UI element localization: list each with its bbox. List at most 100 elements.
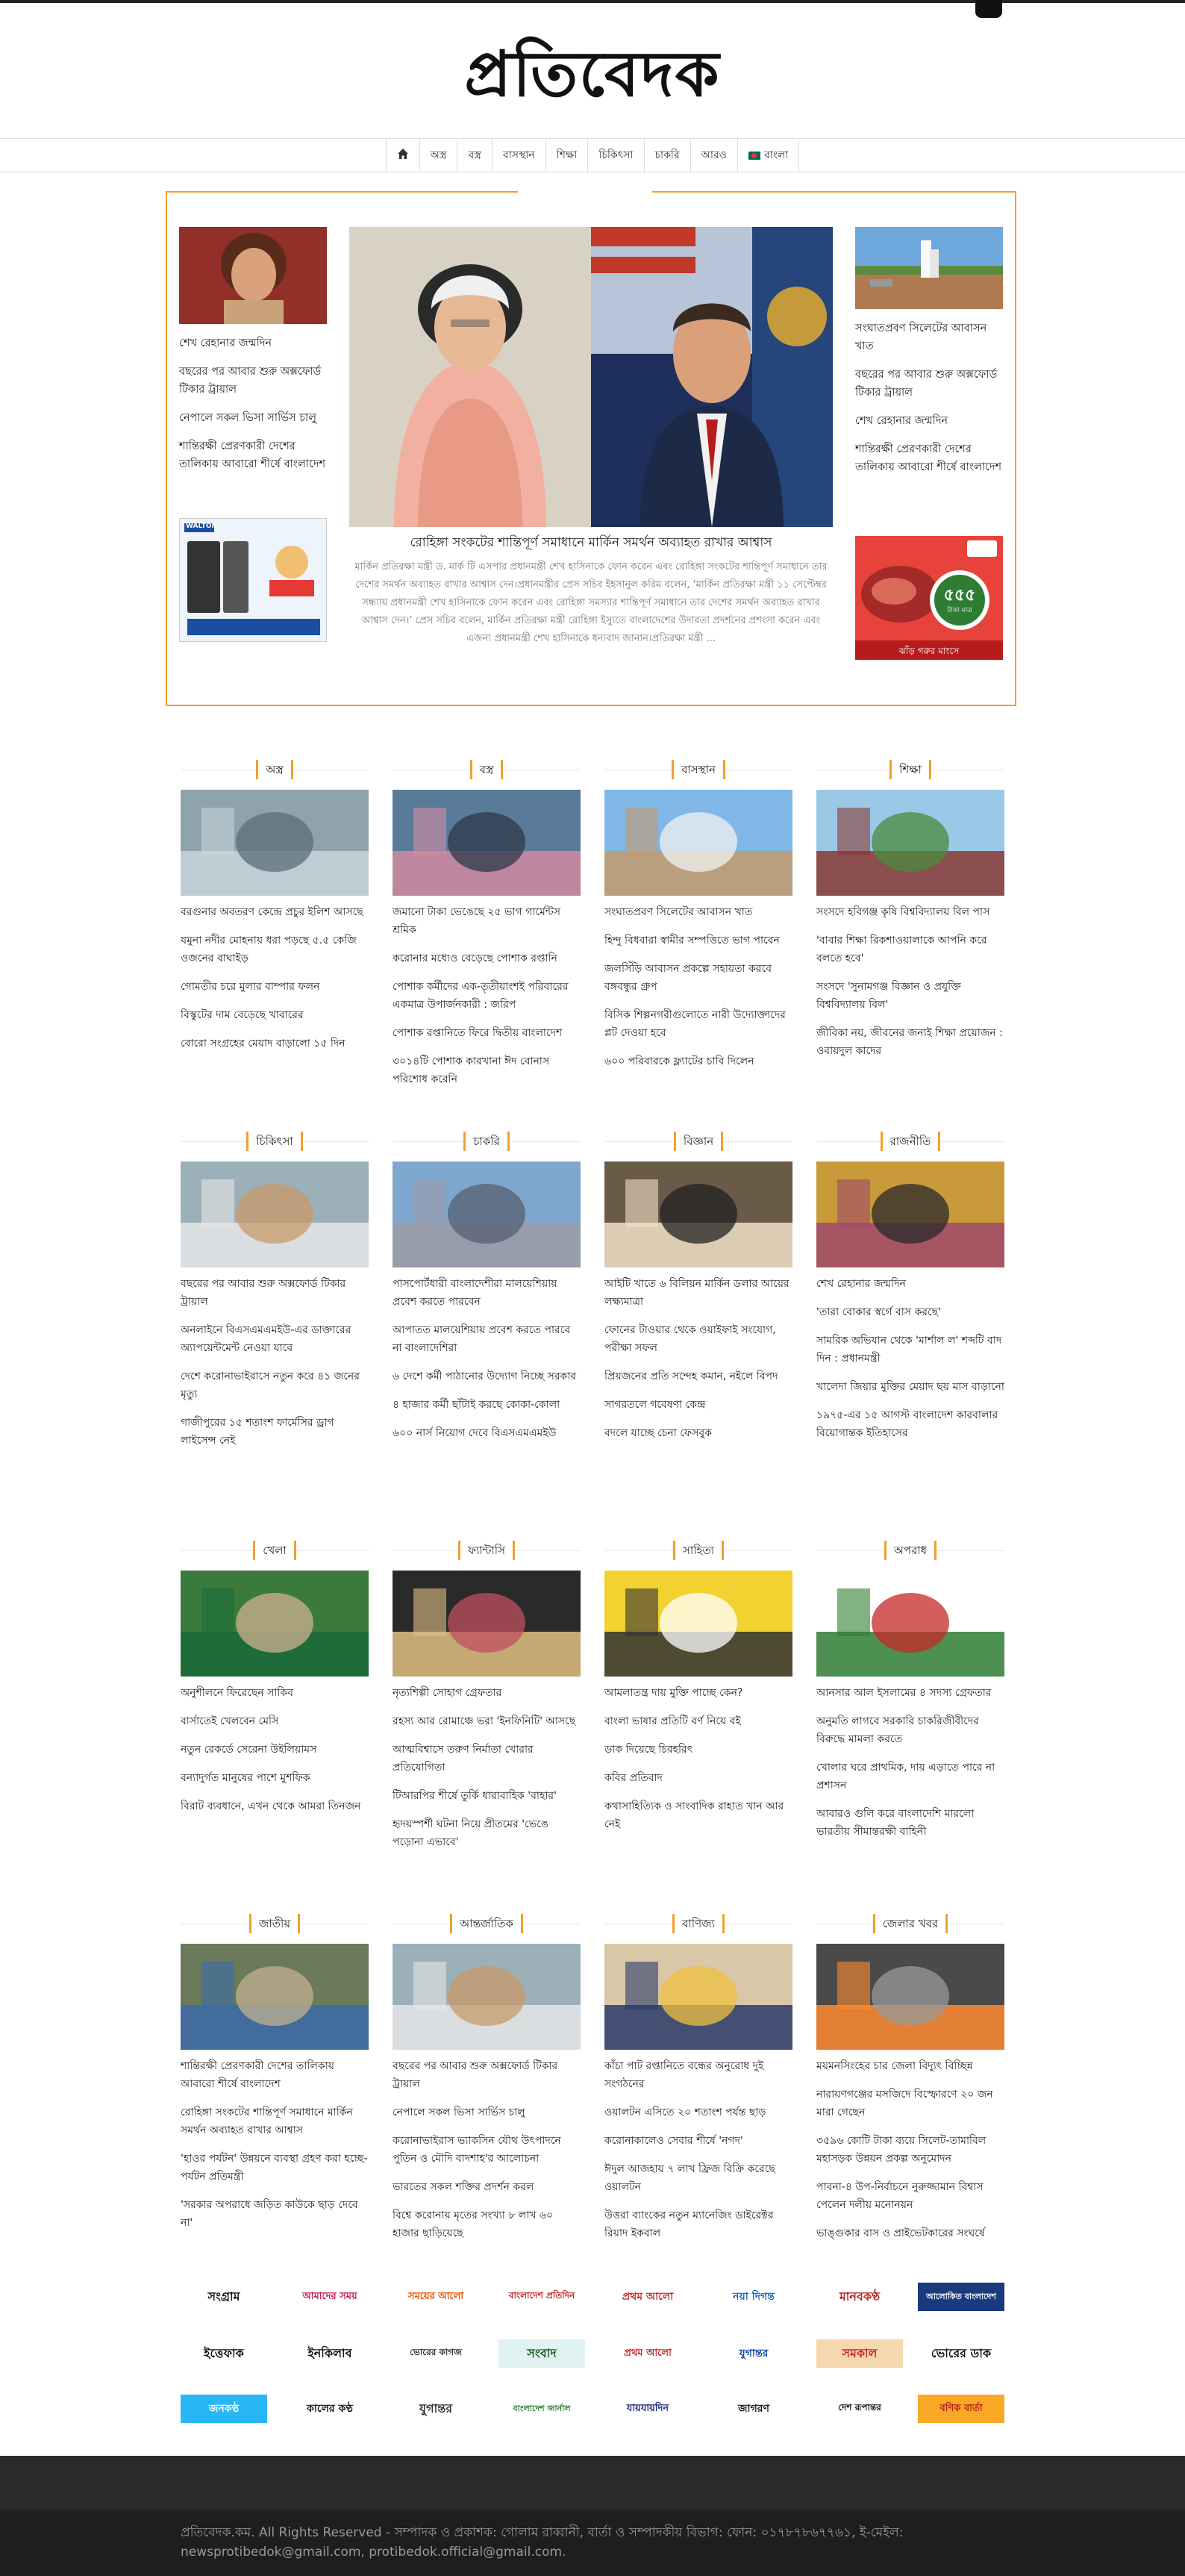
newspaper-logo[interactable]: যুগান্তর [710, 2339, 797, 2368]
category-headline-link[interactable]: আত্মবিশ্বাসে তরুণ নির্মাতা খোরার প্রতিযো… [393, 1741, 581, 1777]
lead-story-image[interactable] [349, 227, 833, 527]
category-headline-link[interactable]: ১৯৭৫-এর ১৫ আগস্ট বাংলাদেশ কারবালার বিয়ো… [816, 1406, 1004, 1442]
category-headline-link[interactable]: ৩০১৪টি পোশাক কারখানা ঈদ বোনাস পরিশোধ করে… [393, 1052, 581, 1088]
category-thumbnail[interactable] [393, 1161, 581, 1267]
newspaper-logo[interactable]: জাগরণ [710, 2395, 797, 2423]
category-headline-link[interactable]: বার্সাতেই খেলবেন মেসি [181, 1712, 369, 1730]
category-headline-link[interactable]: বিরাট ব্যবধানে, এখন থেকে আমরা তিনজন [181, 1797, 369, 1815]
newspaper-logo[interactable]: যুগান্তর [393, 2395, 479, 2423]
category-headline-link[interactable]: কথাসাহিত্যিক ও সাংবাদিক রাহাত খান আর নেই [604, 1797, 792, 1833]
nav-item-more[interactable]: আরও [690, 139, 737, 172]
category-headline-link[interactable]: ৬০০ পরিবারকে ফ্ল্যাটের চাবি দিলেন [604, 1052, 792, 1070]
newspaper-logo[interactable]: প্রথম আলো [604, 2283, 691, 2311]
category-thumbnail[interactable] [604, 1571, 792, 1677]
category-headline-link[interactable]: রহস্য আর রোমাঞ্চে ভরা 'ইনফিনিটি' আসছে [393, 1712, 581, 1730]
category-thumbnail[interactable] [816, 790, 1004, 896]
category-headline-link[interactable]: আপাতত মালয়েশিয়ায় প্রবেশ করতে পারবে না… [393, 1321, 581, 1357]
nav-item-jobs[interactable]: চাকরি [643, 139, 690, 172]
category-top-headline[interactable]: জমানো টাকা ভেঙেছে ২৫ ভাগ গার্মেন্টস শ্রম… [393, 903, 581, 939]
category-headline-link[interactable]: জীবিকা নয়, জীবনের জন্যই শিক্ষা প্রয়োজন… [816, 1024, 1004, 1060]
nav-item-housing[interactable]: বাসস্থান [491, 139, 545, 172]
category-headline-link[interactable]: ফোনের টাওয়ার থেকে ওয়াইফাই সংযোগ, পরীক্… [604, 1321, 792, 1357]
category-top-headline[interactable]: অনুশীলনে ফিরেছেন সাকিব [181, 1684, 369, 1702]
category-headline-link[interactable]: যমুনা নদীর মোহনায় ধরা পড়ছে ৫.৫ কেজি ওজ… [181, 932, 369, 967]
category-label[interactable]: শিক্ষা [889, 760, 931, 779]
newspaper-logo[interactable]: সমকাল [816, 2339, 903, 2368]
category-thumbnail[interactable] [816, 1161, 1004, 1267]
category-label[interactable]: আন্তর্জাতিক [450, 1914, 523, 1933]
featured-left-top-title[interactable]: শেখ রেহানার জন্মদিন [179, 334, 327, 352]
category-headline-link[interactable]: প্রিয়জনের প্রতি সন্দেহ কমান, নইলে বিপদ [604, 1367, 792, 1385]
featured-right-link[interactable]: শান্তিরক্ষী প্রেরণকারী দেশের তালিকায় আব… [855, 440, 1003, 476]
newspaper-logo[interactable]: দেশ রূপান্তর [816, 2395, 903, 2423]
nav-item-clothing[interactable]: বস্ত্র [457, 139, 491, 172]
featured-right-top-title[interactable]: সংঘাতপ্রবণ সিলেটের আবাসন খাত [855, 319, 1003, 355]
featured-right-link[interactable]: শেখ রেহানার জন্মদিন [855, 412, 1003, 430]
nav-item-weapons[interactable]: অস্ত্র [419, 139, 457, 172]
category-top-headline[interactable]: নৃত্যশিল্পী সোহাগ গ্রেফতার [393, 1684, 581, 1702]
category-label[interactable]: জাতীয় [248, 1914, 301, 1933]
category-top-headline[interactable]: সংসদে হবিগঞ্জ কৃষি বিশ্ববিদ্যালয় বিল পা… [816, 903, 1004, 921]
category-label[interactable]: অস্ত্র [256, 760, 293, 779]
newspaper-logo[interactable]: সময়ের আলো [393, 2283, 479, 2311]
category-headline-link[interactable]: পোশাক রপ্তানিতে ফিরে দ্বিতীয় বাংলাদেশ [393, 1024, 581, 1042]
category-headline-link[interactable]: আবারও গুলি করে বাংলাদেশি মারলো ভারতীয় স… [816, 1805, 1004, 1841]
newspaper-logo[interactable]: কালের কণ্ঠ [287, 2395, 373, 2423]
newspaper-logo[interactable]: সংগ্রাম [181, 2283, 267, 2311]
category-headline-link[interactable]: অনলাইনে বিএসএমএমইউ-এর ডাক্তারের অ্যাপয়ে… [181, 1321, 369, 1357]
category-headline-link[interactable]: ভাঙ্গুকার বাস ও প্রাইভেটকারের সংঘর্ষে [816, 2224, 1004, 2242]
category-headline-link[interactable]: বিসিক শিল্পনগরীগুলোতে নারী উদ্যোক্তাদের … [604, 1006, 792, 1042]
newspaper-logo[interactable]: বণিক বার্তা [918, 2395, 1004, 2423]
category-headline-link[interactable]: হিন্দু বিধবারা স্বামীর সম্পত্তিতে ভাগ পা… [604, 932, 792, 949]
category-headline-link[interactable]: নেপালে সকল ভিসা সার্ভিস চালু [393, 2103, 581, 2121]
category-thumbnail[interactable] [393, 1571, 581, 1677]
category-headline-link[interactable]: করোনাভাইরাস ভ্যাকসিন যৌথ উৎপাদনে পুতিন ও… [393, 2132, 581, 2168]
category-headline-link[interactable]: বিশ্বে করোনায় মৃতের সংখ্যা ৮ লাখ ৬০ হাজ… [393, 2207, 581, 2242]
category-headline-link[interactable]: গাজীপুরের ১৫ শতাংশ ফার্মেসির ড্রাগ লাইসে… [181, 1414, 369, 1450]
featured-left-link[interactable]: শান্তিরক্ষী প্রেরণকারী দেশের তালিকায় আব… [179, 437, 327, 473]
category-top-headline[interactable]: পাসপোর্টধারী বাংলাদেশীরা মালয়েশিয়ায় প… [393, 1275, 581, 1311]
newspaper-logo[interactable]: প্রথম আলো [604, 2339, 691, 2368]
featured-left-image[interactable] [179, 227, 327, 324]
category-label[interactable]: বিজ্ঞান [673, 1132, 724, 1151]
category-headline-link[interactable]: 'সরকার অপরাধে জড়িত কাউকে ছাড় দেবে না' [181, 2196, 369, 2232]
newspaper-logo[interactable]: সংবাদ [498, 2339, 585, 2368]
category-headline-link[interactable]: বিস্কুটের দাম বেড়েছে খাবারের [181, 1006, 369, 1024]
category-thumbnail[interactable] [393, 1944, 581, 2050]
category-label[interactable]: চাকরি [463, 1132, 510, 1151]
category-top-headline[interactable]: আমলাতন্ত্র দায় মুক্তি পাচ্ছে কেন? [604, 1684, 792, 1702]
category-headline-link[interactable]: ঈদুল আজহায় ৭ লাখ ফ্রিজ বিক্রি করেছে ওয়… [604, 2160, 792, 2196]
category-thumbnail[interactable] [604, 1944, 792, 2050]
newspaper-logo[interactable]: মানবকণ্ঠ [816, 2283, 903, 2311]
featured-left-link[interactable]: নেপালে সকল ভিসা সার্ভিস চালু [179, 409, 327, 427]
category-headline-link[interactable]: ৩৫৯৬ কোটি টাকা ব্যয়ে সিলেট-তামাবিল মহাস… [816, 2132, 1004, 2168]
category-headline-link[interactable]: কবির প্রতিবাদ [604, 1769, 792, 1787]
category-top-headline[interactable]: বছরের পর আবার শুরু অক্সফোর্ড টিকার ট্রায… [393, 2057, 581, 2093]
category-headline-link[interactable]: 'বাবার শিক্ষা রিকশাওয়ালাকে আপনি করে বলত… [816, 932, 1004, 967]
category-headline-link[interactable]: বন্যাদুর্গত মানুষের পাশে মুশফিক [181, 1769, 369, 1787]
category-top-headline[interactable]: আনসার আল ইসলামের ৪ সদস্য গ্রেফতার [816, 1684, 1004, 1702]
nav-home[interactable] [385, 139, 419, 172]
category-headline-link[interactable]: সাগরতলে গবেষণা কেন্দ্র [604, 1396, 792, 1414]
newspaper-logo[interactable]: যায়যায়দিন [604, 2395, 691, 2423]
category-headline-link[interactable]: ওয়ালটন এসিতে ২০ শতাংশ পর্যন্ত ছাড় [604, 2103, 792, 2121]
category-headline-link[interactable]: দেশে করোনাভাইরাসে নতুন করে ৪১ জনের মৃত্য… [181, 1367, 369, 1403]
category-label[interactable]: বাণিজ্য [672, 1914, 725, 1933]
category-top-headline[interactable]: বরগুনার অবতরণ কেন্দ্রে প্রচুর ইলিশ আসছে [181, 903, 369, 921]
newspaper-logo[interactable]: ইনকিলাব [287, 2339, 373, 2368]
category-label[interactable]: রাজনীতি [880, 1132, 941, 1151]
category-headline-link[interactable]: অনুমতি লাগবে সরকারি চাকরিজীবীদের বিরুদ্ধ… [816, 1712, 1004, 1748]
category-top-headline[interactable]: সংঘাতপ্রবণ সিলেটের আবাসন খাত [604, 903, 792, 921]
category-headline-link[interactable]: হৃদয়স্পর্শী ঘটনা নিয়ে প্রীতমের 'ভেঙে প… [393, 1815, 581, 1851]
category-headline-link[interactable]: পোশাক কর্মীদের এক-তৃতীয়াংশই পরিবারের এক… [393, 978, 581, 1014]
category-headline-link[interactable]: বদলে যাচ্ছে চেনা ফেসবুক [604, 1424, 792, 1442]
category-top-headline[interactable]: শেখ রেহানার জন্মদিন [816, 1275, 1004, 1293]
newspaper-logo[interactable]: বাংলাদেশ প্রতিদিন [498, 2283, 585, 2311]
category-headline-link[interactable]: সংসদে 'সুনামগঞ্জ বিজ্ঞান ও প্রযুক্তি বিশ… [816, 978, 1004, 1014]
category-label[interactable]: জেলার খবর [872, 1914, 948, 1933]
category-thumbnail[interactable] [816, 1944, 1004, 2050]
newspaper-logo[interactable]: আমাদের সময় [287, 2283, 373, 2311]
newspaper-logo[interactable]: ভোরের কাগজ [393, 2339, 479, 2368]
walton-ad[interactable]: WALTON [179, 518, 327, 642]
category-headline-link[interactable]: ৪ হাজার কর্মী ছাঁটাই করছে কোকা-কোলা [393, 1396, 581, 1414]
